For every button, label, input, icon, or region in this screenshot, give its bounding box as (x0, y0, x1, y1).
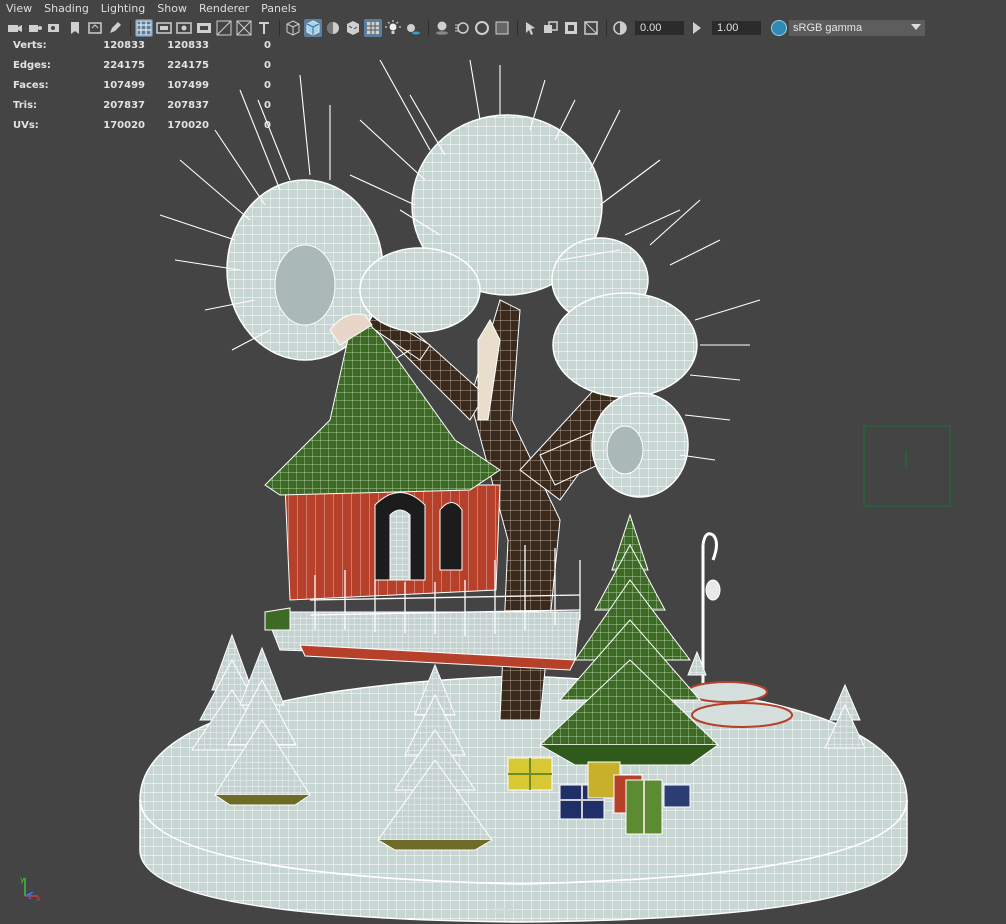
gamma-field[interactable]: 1.00 (712, 21, 761, 35)
field-chart-icon[interactable] (215, 19, 233, 37)
axis-y-label: y (20, 875, 25, 884)
camera-name-label: persp (489, 906, 515, 917)
resolution-gate-icon[interactable] (175, 19, 193, 37)
xray-joints-icon[interactable] (582, 19, 600, 37)
wireframe-on-shaded-icon[interactable] (364, 19, 382, 37)
chevron-down-icon (911, 24, 921, 30)
menu-renderer[interactable]: Renderer (193, 0, 255, 17)
safe-action-icon[interactable] (235, 19, 253, 37)
default-material-icon[interactable] (324, 19, 342, 37)
panel-menu-bar: View Shading Lighting Show Renderer Pane… (0, 0, 1006, 17)
select-camera-icon[interactable] (6, 19, 24, 37)
grease-pencil-icon[interactable] (106, 19, 124, 37)
ambient-occlusion-icon[interactable] (433, 19, 451, 37)
xray-icon[interactable] (542, 19, 560, 37)
lamp-post-mesh[interactable] (701, 532, 721, 690)
exposure-icon[interactable] (611, 19, 629, 37)
color-management-icon[interactable] (771, 20, 787, 36)
exposure-field[interactable]: 0.00 (635, 21, 684, 35)
menu-view[interactable]: View (0, 0, 38, 17)
use-all-lights-icon[interactable] (384, 19, 402, 37)
smooth-shade-icon[interactable] (304, 19, 322, 37)
gamma-icon[interactable] (688, 19, 706, 37)
menu-panels[interactable]: Panels (255, 0, 302, 17)
film-gate-icon[interactable] (155, 19, 173, 37)
menu-show[interactable]: Show (151, 0, 193, 17)
safe-title-icon[interactable] (255, 19, 273, 37)
grid-icon[interactable] (135, 19, 153, 37)
viewport-canvas[interactable]: y x z (0, 39, 1006, 924)
wireframe-icon[interactable] (284, 19, 302, 37)
axis-indicator: y x z (20, 875, 41, 903)
anti-aliasing-icon[interactable] (473, 19, 491, 37)
view-transform-label: sRGB gamma (793, 22, 863, 34)
gate-mask-icon[interactable] (195, 19, 213, 37)
axis-x-label: x (36, 894, 41, 903)
panel-toolbar: 0.00 1.00 sRGB gamma (0, 17, 1006, 39)
depth-of-field-icon[interactable] (493, 19, 511, 37)
xray-active-components-icon[interactable] (562, 19, 580, 37)
camera-attributes-icon[interactable] (26, 19, 44, 37)
motion-blur-icon[interactable] (453, 19, 471, 37)
image-plane-icon[interactable] (66, 19, 84, 37)
2d-pan-zoom-icon[interactable] (86, 19, 104, 37)
menu-shading[interactable]: Shading (38, 0, 95, 17)
foliage-puff-mesh[interactable] (226, 114, 698, 498)
camera-gizmo-box (863, 425, 951, 507)
shadows-icon[interactable] (404, 19, 422, 37)
menu-lighting[interactable]: Lighting (95, 0, 151, 17)
view-transform-dropdown[interactable]: sRGB gamma (789, 20, 925, 36)
axis-z-label: z (28, 892, 32, 901)
textured-icon[interactable] (344, 19, 362, 37)
bookmarks-icon[interactable] (46, 19, 64, 37)
isolate-select-icon[interactable] (522, 19, 540, 37)
